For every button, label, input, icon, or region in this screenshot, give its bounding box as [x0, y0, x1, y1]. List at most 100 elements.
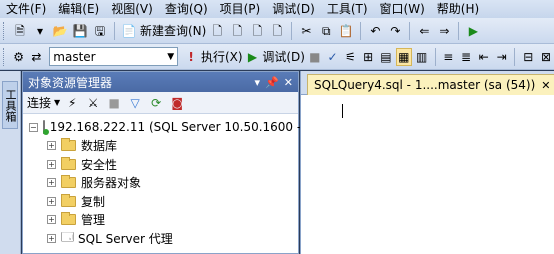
- parse-icon[interactable]: ✓: [325, 48, 341, 66]
- tree-node-management[interactable]: + 管理: [29, 211, 298, 230]
- new-query-icon[interactable]: 📄: [120, 22, 138, 40]
- close-icon[interactable]: ✕: [541, 79, 550, 92]
- tree-node-label: 服务器对象: [81, 176, 142, 191]
- object-explorer-toolbar: 连接 ▼ ⚡ ⚔ ■ ▽ ⟳ ◙: [23, 92, 298, 114]
- tree-node-security[interactable]: + 安全性: [29, 155, 298, 174]
- menu-window[interactable]: 窗口(W): [374, 0, 431, 18]
- tree-node-replication[interactable]: + 复制: [29, 192, 298, 211]
- client-statistics-icon[interactable]: ⊠: [538, 48, 554, 66]
- results-to-text-icon[interactable]: ▤: [378, 48, 394, 66]
- results-to-file-icon[interactable]: ▥: [414, 48, 430, 66]
- xmla-query-icon[interactable]: 🗋: [268, 22, 286, 40]
- query-editor[interactable]: [301, 95, 554, 254]
- tree-node-databases[interactable]: + 数据库: [29, 137, 298, 156]
- toolbar-separator: [514, 47, 516, 66]
- connect-button[interactable]: 连接: [27, 94, 51, 111]
- debug-button[interactable]: 调试(D): [262, 48, 305, 65]
- display-plan-icon[interactable]: ⚟: [342, 48, 358, 66]
- expand-icon[interactable]: +: [47, 233, 56, 243]
- toolbox-tab[interactable]: 工具箱: [2, 81, 18, 129]
- specify-values-icon[interactable]: ⊟: [520, 48, 536, 66]
- start-debug-icon[interactable]: ▶: [464, 22, 482, 40]
- toolbar-separator: [409, 21, 411, 40]
- add-item-icon[interactable]: ▾: [31, 22, 49, 40]
- new-project-icon[interactable]: 🗎: [11, 22, 29, 40]
- new-query-button[interactable]: 新建查询(N): [140, 22, 206, 39]
- menu-tools[interactable]: 工具(T): [321, 0, 374, 18]
- cut-icon[interactable]: ✂: [297, 22, 315, 40]
- tree-node-label: 安全性: [81, 157, 118, 172]
- tree-node-server[interactable]: − 192.168.222.11 (SQL Server 10.50.1600 …: [29, 118, 323, 137]
- text-caret: [342, 104, 343, 118]
- results-to-grid-icon[interactable]: ▦: [395, 47, 412, 66]
- expand-icon[interactable]: +: [47, 196, 56, 206]
- ssms-window: 文件(F) 编辑(E) 视图(V) 查询(Q) 项目(P) 调试(D) 工具(T…: [0, 0, 554, 254]
- database-engine-query-icon[interactable]: 🗋: [208, 22, 226, 40]
- document-tab-bar: SQLQuery4.sql - 1....master (sa (54)) ✕: [301, 71, 554, 95]
- analysis-query-icon[interactable]: 🗋: [228, 22, 246, 40]
- menu-file[interactable]: 文件(F): [0, 0, 52, 18]
- tree-node-sql-agent[interactable]: + 🗔 SQL Server 代理: [29, 229, 298, 248]
- open-file-icon[interactable]: 📂: [51, 22, 69, 40]
- expand-icon[interactable]: +: [47, 215, 56, 225]
- menu-query[interactable]: 查询(Q): [159, 0, 214, 18]
- uncomment-icon[interactable]: ≣: [458, 48, 474, 66]
- toolbar-grip[interactable]: [3, 47, 6, 66]
- toolbar-separator: [360, 21, 362, 40]
- change-connection-icon[interactable]: ⇄: [29, 48, 45, 66]
- toolbar-grip[interactable]: [3, 21, 6, 40]
- object-explorer-panel: 对象资源管理器 ▾ 📌 ✕ 连接 ▼ ⚡ ⚔ ■ ▽ ⟳ ◙ − 192.168…: [22, 71, 323, 254]
- menu-view[interactable]: 视图(V): [105, 0, 159, 18]
- close-icon[interactable]: ✕: [284, 76, 293, 89]
- tab-sqlquery4[interactable]: SQLQuery4.sql - 1....master (sa (54)) ✕: [307, 74, 554, 95]
- folder-icon: [61, 175, 76, 189]
- cancel-query-icon[interactable]: ■: [307, 48, 323, 66]
- tree-node-label: 复制: [81, 194, 106, 209]
- object-explorer-title: 对象资源管理器: [28, 75, 113, 90]
- activity-monitor-icon[interactable]: ◙: [168, 94, 186, 112]
- increase-indent-icon[interactable]: ⇥: [494, 48, 510, 66]
- connect-icon[interactable]: ⚙: [11, 48, 27, 66]
- copy-icon[interactable]: ⧉: [317, 22, 335, 40]
- expand-icon[interactable]: +: [47, 141, 56, 151]
- toolbox-strip: 工具箱: [0, 71, 21, 254]
- debug-icon[interactable]: ▶: [245, 48, 261, 66]
- chevron-down-icon[interactable]: ▼: [54, 98, 60, 107]
- server-label: 192.168.222.11 (SQL Server 10.50.1600 - …: [49, 120, 324, 135]
- disconnect-icon[interactable]: ⚔: [84, 94, 102, 112]
- available-databases-select[interactable]: master ▼: [49, 47, 179, 66]
- chevron-down-icon: ▼: [167, 51, 175, 62]
- database-name: master: [53, 49, 96, 64]
- menu-help[interactable]: 帮助(H): [431, 0, 485, 18]
- comment-icon[interactable]: ≡: [440, 48, 456, 66]
- paste-icon[interactable]: 📋: [337, 22, 355, 40]
- query-designer-icon[interactable]: ⊞: [360, 48, 376, 66]
- tab-label: SQLQuery4.sql - 1....master (sa (54)): [314, 78, 536, 92]
- filter-icon[interactable]: ▽: [126, 94, 144, 112]
- execute-button[interactable]: 执行(X): [201, 48, 243, 65]
- menu-edit[interactable]: 编辑(E): [52, 0, 105, 18]
- collapse-icon[interactable]: −: [29, 122, 38, 132]
- connect-icon[interactable]: ⚡: [63, 94, 81, 112]
- decrease-indent-icon[interactable]: ⇤: [476, 48, 492, 66]
- execute-icon[interactable]: !: [183, 48, 199, 66]
- save-icon[interactable]: 💾: [71, 22, 89, 40]
- menu-project[interactable]: 项目(P): [214, 0, 267, 18]
- navigate-back-icon[interactable]: ⇐: [415, 22, 433, 40]
- folder-icon: [61, 156, 76, 170]
- stop-icon[interactable]: ■: [105, 94, 123, 112]
- object-explorer-title-bar: 对象资源管理器 ▾ 📌 ✕: [23, 72, 298, 92]
- redo-icon[interactable]: ↷: [386, 22, 404, 40]
- pin-icon[interactable]: 📌: [265, 76, 279, 89]
- dmx-query-icon[interactable]: 🗋: [248, 22, 266, 40]
- refresh-icon[interactable]: ⟳: [147, 94, 165, 112]
- window-position-icon[interactable]: ▾: [255, 76, 261, 89]
- navigate-forward-icon[interactable]: ⇒: [435, 22, 453, 40]
- expand-icon[interactable]: +: [47, 159, 56, 169]
- expand-icon[interactable]: +: [47, 178, 56, 188]
- undo-icon[interactable]: ↶: [366, 22, 384, 40]
- tree-node-server-objects[interactable]: + 服务器对象: [29, 174, 298, 193]
- save-all-icon[interactable]: 🖫: [91, 22, 109, 40]
- menu-debug[interactable]: 调试(D): [266, 0, 321, 18]
- tree-node-label: SQL Server 代理: [78, 231, 173, 246]
